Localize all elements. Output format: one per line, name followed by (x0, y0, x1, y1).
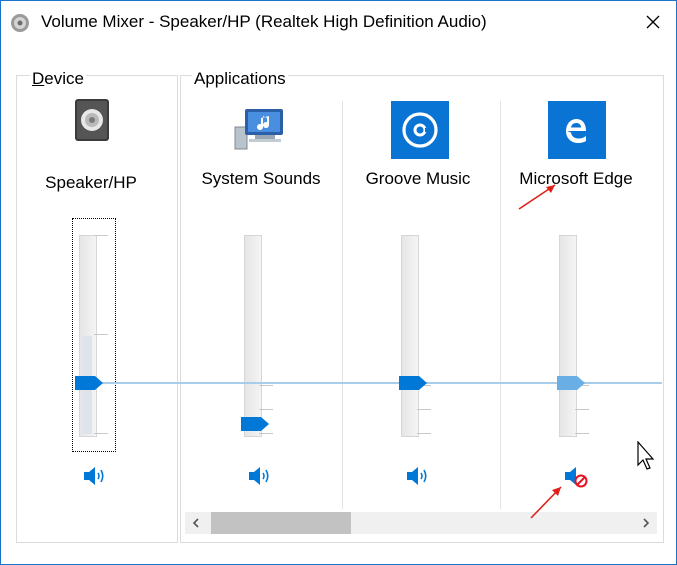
app-name-system-sounds: System Sounds (201, 169, 321, 188)
speaker-box-icon (73, 97, 113, 143)
system-sounds-mute-button[interactable] (247, 464, 275, 488)
chevron-left-icon (192, 518, 199, 528)
system-sounds-volume-thumb[interactable] (241, 417, 269, 431)
applications-group-label: Applications (192, 69, 288, 89)
chevron-right-icon (643, 518, 650, 528)
speaker-icon (407, 467, 427, 485)
groove-music-mute-button[interactable] (405, 464, 433, 488)
volume-mixer-app-icon (9, 12, 31, 34)
title-bar[interactable]: Volume Mixer - Speaker/HP (Realtek High … (1, 1, 676, 45)
mouse-pointer-icon (637, 441, 655, 470)
groove-music-volume-track[interactable] (401, 235, 419, 437)
device-volume-thumb[interactable] (75, 376, 103, 390)
scrollbar-thumb[interactable] (211, 512, 351, 534)
microsoft-edge-icon (548, 101, 606, 159)
speaker-icon (84, 467, 104, 485)
close-button[interactable] (630, 1, 676, 45)
system-sounds-volume-track[interactable] (244, 235, 262, 437)
speaker-icon (249, 467, 269, 485)
device-group-label: Device (30, 69, 86, 89)
microsoft-edge-volume-track[interactable] (559, 235, 577, 437)
system-sounds-icon (233, 103, 291, 161)
scroll-right-button[interactable] (635, 512, 657, 534)
device-name: Speaker/HP (45, 173, 137, 192)
close-icon (646, 15, 660, 29)
window-title: Volume Mixer - Speaker/HP (Realtek High … (41, 12, 487, 31)
groove-music-icon (391, 101, 449, 159)
microsoft-edge-volume-thumb[interactable] (557, 376, 585, 390)
scroll-left-button[interactable] (185, 512, 207, 534)
device-volume-track[interactable] (79, 235, 97, 437)
app-name-groove-music: Groove Music (365, 169, 471, 188)
horizontal-scrollbar[interactable] (185, 512, 657, 534)
annotation-arrow-edge-mute (530, 486, 562, 519)
annotation-arrow-edge-name (518, 184, 556, 210)
volume-mixer-window: Volume Mixer - Speaker/HP (Realtek High … (0, 0, 677, 565)
groove-music-volume-thumb[interactable] (399, 376, 427, 390)
device-mute-button[interactable] (82, 464, 110, 488)
